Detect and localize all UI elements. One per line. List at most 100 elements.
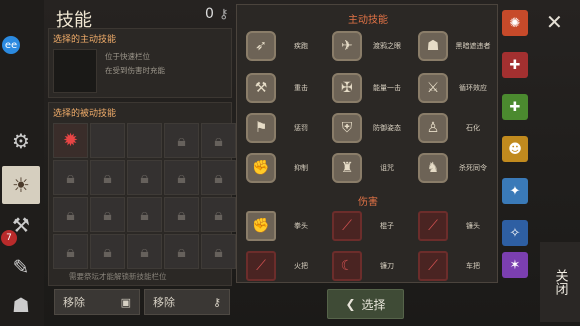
- skill-item[interactable]: ⚑ 惩罚: [239, 109, 325, 149]
- gauntlet-icon: ✊: [246, 153, 276, 183]
- passive-skill-label: 选择的被动技能: [53, 109, 117, 119]
- lock-icon: 🔒︎: [201, 197, 236, 232]
- skill-name: 疾跑: [294, 42, 308, 50]
- skill-item[interactable]: ✠ 能量一击: [325, 69, 411, 109]
- lock-icon: 🔒︎: [164, 160, 199, 195]
- skill-name: 镰头: [466, 222, 480, 230]
- lock-icon: 🔒︎: [53, 197, 88, 232]
- skill-item[interactable]: ✈ 渡鸦之眼: [325, 27, 411, 67]
- select-button[interactable]: ❮ 选择: [327, 289, 404, 319]
- damage-item[interactable]: ☾ 镰刀: [325, 247, 411, 287]
- skill-item[interactable]: ☗ 黑暗遮违者: [411, 27, 497, 67]
- skill-item[interactable]: ⚒ 重击: [239, 69, 325, 109]
- cloak-icon: ♜: [332, 153, 362, 183]
- chevron-left-icon: ❮: [345, 297, 356, 311]
- skill-name: 火把: [294, 262, 308, 270]
- sword-icon: ⚔: [418, 73, 448, 103]
- passive-skill-panel: 选择的被动技能 ✹ 🔒︎ 🔒︎ 🔒︎ 🔒︎ 🔒︎ 🔒︎ 🔒︎ 🔒︎ 🔒︎ 🔒︎ …: [48, 102, 236, 286]
- fist-icon: ✊: [246, 211, 276, 241]
- skill-name: 黑暗遮违者: [455, 42, 491, 50]
- blood-tab-icon[interactable]: ✚: [502, 52, 528, 78]
- skill-name: 循环效应: [459, 84, 487, 92]
- magic-tab-icon[interactable]: ✶: [502, 252, 528, 278]
- skill-name: 重击: [294, 84, 308, 92]
- video-icon: ▣: [120, 295, 131, 309]
- hammer-icon: ⚒: [246, 73, 276, 103]
- active-note-2: 在受到伤害时充能: [105, 66, 165, 75]
- skill-name: 石化: [466, 124, 480, 132]
- lock-icon: 🔒︎: [90, 197, 125, 232]
- damage-title: 伤害: [358, 197, 378, 208]
- select-label: 选择: [361, 297, 386, 312]
- skill-item[interactable]: ♜ 诅咒: [325, 149, 411, 189]
- skill-name: 车把: [466, 262, 480, 270]
- statue-icon: ♙: [418, 113, 448, 143]
- passive-slot-empty[interactable]: [90, 123, 125, 158]
- active-skills-title: 主动技能: [348, 15, 388, 26]
- skill-name: 惩罚: [294, 124, 308, 132]
- lock-icon: 🔒︎: [127, 160, 162, 195]
- notification-badge: 7: [1, 230, 17, 246]
- raven-icon: ✈: [332, 31, 362, 61]
- power-strike-icon: ✠: [332, 73, 362, 103]
- remove-label: 移除: [153, 296, 175, 309]
- skills-screen: ee ⚙ ☀ ⚒ 7 ✎ ☗ 技能 0 ⚷ 选择的主动技能 位于快速栏位 在受到…: [0, 0, 580, 326]
- stick-icon: ⟋: [332, 211, 362, 241]
- key-icon: ⚷: [212, 295, 221, 309]
- avatar[interactable]: ee: [2, 36, 20, 54]
- damage-item[interactable]: ✊ 拳头: [239, 207, 325, 247]
- wolf-icon: ♞: [418, 153, 448, 183]
- skill-item[interactable]: ⛨ 防御姿态: [325, 109, 411, 149]
- skill-name: 渡鸦之眼: [373, 42, 401, 50]
- handlebar-icon: ⟋: [418, 251, 448, 281]
- hood-icon: ☗: [418, 31, 448, 61]
- skill-name: 拳头: [294, 222, 308, 230]
- lock-icon: 🔒︎: [127, 234, 162, 269]
- equipment-icon[interactable]: ☗: [2, 286, 40, 324]
- axe-icon: ⟋: [418, 211, 448, 241]
- damage-item[interactable]: ⟋ 车把: [411, 247, 497, 287]
- scroll-icon[interactable]: ✎: [2, 248, 40, 286]
- skill-item[interactable]: ♙ 石化: [411, 109, 497, 149]
- remove-label: 移除: [63, 296, 85, 309]
- lock-icon: 🔒︎: [127, 197, 162, 232]
- skills-icon[interactable]: ☀: [2, 166, 40, 204]
- skill-point-icon: ⚷: [219, 7, 229, 22]
- skill-item[interactable]: ⚔ 循环效应: [411, 69, 497, 109]
- remove-button-currency[interactable]: 移除 ⚷: [144, 289, 230, 315]
- active-note-1: 位于快速栏位: [105, 52, 150, 61]
- exit-button[interactable]: 关闭: [540, 242, 580, 322]
- lock-icon: 🔒︎: [90, 160, 125, 195]
- arcane-tab-icon[interactable]: ✧: [502, 220, 528, 246]
- active-skill-panel: 选择的主动技能 位于快速栏位 在受到伤害时充能: [48, 28, 232, 98]
- lock-icon: 🔒︎: [164, 123, 199, 158]
- lock-icon: 🔒︎: [164, 197, 199, 232]
- fire-tab-icon[interactable]: ✺: [502, 10, 528, 36]
- lock-icon: 🔒︎: [53, 160, 88, 195]
- skill-item[interactable]: ✊ 抑制: [239, 149, 325, 189]
- skill-item[interactable]: ♞ 杀死同令: [411, 149, 497, 189]
- character-icon[interactable]: ⚙: [2, 122, 40, 160]
- skill-name: 镰刀: [380, 262, 394, 270]
- skill-points-count: 0: [205, 6, 214, 22]
- active-skill-slot[interactable]: [53, 49, 97, 93]
- lock-icon: 🔒︎: [201, 160, 236, 195]
- damage-item[interactable]: ⟋ 棍子: [325, 207, 411, 247]
- sprint-icon: ➶: [246, 31, 276, 61]
- remove-button-video[interactable]: 移除 ▣: [54, 289, 140, 315]
- passive-slot-skill[interactable]: ✹: [53, 123, 88, 158]
- damage-item[interactable]: ⟋ 镰头: [411, 207, 497, 247]
- passive-hint: 需要祭坛才能解锁新技能栏位: [69, 272, 167, 281]
- close-icon[interactable]: ✕: [546, 10, 563, 34]
- nature-tab-icon[interactable]: ✚: [502, 94, 528, 120]
- lock-icon: 🔒︎: [201, 123, 236, 158]
- skill-item[interactable]: ➶ 疾跑: [239, 27, 325, 67]
- passive-slot-empty[interactable]: [127, 123, 162, 158]
- lock-icon: 🔒︎: [201, 234, 236, 269]
- skill-list-panel: 主动技能 ➶ 疾跑 ✈ 渡鸦之眼 ☗ 黑暗遮违者 ⚒ 重击 ✠ 能量一击 ⚔ 循环效应 ⚑ 惩…: [236, 4, 498, 283]
- lock-icon: 🔒︎: [90, 234, 125, 269]
- damage-item[interactable]: ⟋ 火把: [239, 247, 325, 287]
- skill-name: 能量一击: [373, 84, 401, 92]
- water-tab-icon[interactable]: ✦: [502, 178, 528, 204]
- mask-tab-icon[interactable]: ☻: [502, 136, 528, 162]
